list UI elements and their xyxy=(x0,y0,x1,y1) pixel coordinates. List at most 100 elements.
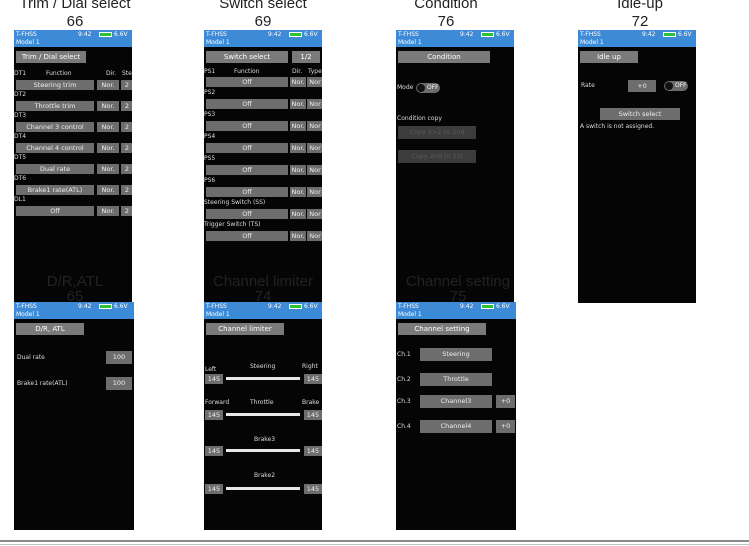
channel-name: Brake2 xyxy=(254,472,276,479)
type-button[interactable]: Nor xyxy=(307,209,322,219)
type-button[interactable]: Nor xyxy=(307,77,322,87)
screen-title[interactable]: Channel limiter xyxy=(206,323,284,335)
rate-value-button[interactable]: +0 xyxy=(628,80,656,92)
function-button[interactable]: Dual rate xyxy=(16,164,94,174)
screen-title[interactable]: Condition xyxy=(398,51,490,63)
step-button[interactable]: 2 xyxy=(121,185,132,195)
panel-caption: D/R,ATL xyxy=(46,273,104,290)
channel-function-button[interactable]: Steering xyxy=(420,348,492,361)
row-id: DT2 xyxy=(14,91,27,98)
type-button[interactable]: Nor xyxy=(307,165,322,175)
right-limit-value[interactable]: 145 xyxy=(304,374,322,384)
function-button[interactable]: Off xyxy=(206,143,288,153)
row-id: PS6 xyxy=(204,177,216,184)
copy-first-to-second-button[interactable]: Copy 1>2 to 2nd xyxy=(398,126,476,139)
screen-title[interactable]: Trim / Dial select xyxy=(16,51,86,63)
brand-label: T-FHSS xyxy=(398,303,419,310)
step-button[interactable]: 2 xyxy=(121,143,132,153)
dir-button[interactable]: Nor. xyxy=(97,101,119,111)
dir-button[interactable]: Nor. xyxy=(97,80,119,90)
step-button[interactable]: 2 xyxy=(121,80,132,90)
function-button[interactable]: Channel 4 control xyxy=(16,143,94,153)
dir-button[interactable]: Nor. xyxy=(290,77,306,87)
right-limit-value[interactable]: 145 xyxy=(304,484,322,494)
channel-name: Brake3 xyxy=(254,436,276,443)
dir-button[interactable]: Nor. xyxy=(97,164,119,174)
model-name: Model 1 xyxy=(16,311,40,318)
function-button[interactable]: Off xyxy=(206,209,288,219)
clock: 9:42 xyxy=(460,31,474,38)
panel-caption: Channel limiter xyxy=(212,273,314,290)
screen-title[interactable]: Switch select xyxy=(206,51,288,63)
dir-button[interactable]: Nor. xyxy=(290,99,306,109)
row-id: PS1 xyxy=(204,68,216,75)
channel-function-button[interactable]: Channel3 xyxy=(420,395,492,408)
dir-button[interactable]: Nor. xyxy=(290,165,306,175)
type-button[interactable]: Nor xyxy=(307,231,322,241)
model-name: Model 1 xyxy=(398,311,422,318)
function-button[interactable]: Off xyxy=(206,121,288,131)
brake-limit-value[interactable]: 145 xyxy=(304,410,322,420)
dir-button[interactable]: Nor. xyxy=(97,206,119,216)
function-button[interactable]: Steering trim xyxy=(16,80,94,90)
page-toggle-button[interactable]: 1/2 xyxy=(292,51,320,63)
channel-offset-button[interactable]: +0 xyxy=(496,395,515,408)
dir-button[interactable]: Nor. xyxy=(290,209,306,219)
dir-button[interactable]: Nor. xyxy=(97,143,119,153)
function-button[interactable]: Off xyxy=(206,77,288,87)
brand-label: T-FHSS xyxy=(206,31,227,38)
channel-function-button[interactable]: Throttle xyxy=(420,373,492,386)
function-button[interactable]: Off xyxy=(206,99,288,109)
left-limit-value[interactable]: 145 xyxy=(205,446,223,456)
clock: 9:42 xyxy=(268,303,282,310)
row-id: PS5 xyxy=(204,155,216,162)
channel-name: Steering xyxy=(250,363,276,370)
type-button[interactable]: Nor xyxy=(307,143,322,153)
function-button[interactable]: Off xyxy=(206,187,288,197)
function-button[interactable]: Off xyxy=(206,231,288,241)
channel-number: Ch.3 xyxy=(397,398,411,405)
function-button[interactable]: Channel 3 control xyxy=(16,122,94,132)
dir-button[interactable]: Nor. xyxy=(290,187,306,197)
function-button[interactable]: Off xyxy=(16,206,94,216)
brake-rate-value[interactable]: 100 xyxy=(106,377,132,390)
copy-second-to-first-button[interactable]: Copy 2nd to 1st xyxy=(398,150,476,163)
screen-title[interactable]: Channel setting xyxy=(398,323,486,335)
screen-title[interactable]: D/R, ATL xyxy=(16,323,84,335)
step-button[interactable]: 2 xyxy=(121,206,132,216)
status-bar: T-FHSS 9:42 6.6V xyxy=(396,302,516,311)
channel-function-button[interactable]: Channel4 xyxy=(420,420,492,433)
model-bar: Model 1 xyxy=(396,311,516,319)
type-button[interactable]: Nor xyxy=(307,187,322,197)
function-button[interactable]: Throttle trim xyxy=(16,101,94,111)
dir-button[interactable]: Nor. xyxy=(290,231,306,241)
toggle-knob xyxy=(665,82,673,90)
battery-icon xyxy=(289,304,302,309)
dir-button[interactable]: Nor. xyxy=(97,122,119,132)
type-button[interactable]: Nor xyxy=(307,99,322,109)
idle-up-toggle[interactable]: OFF xyxy=(664,81,688,91)
step-button[interactable]: 2 xyxy=(121,122,132,132)
left-limit-value[interactable]: 145 xyxy=(205,374,223,384)
right-limit-value[interactable]: 145 xyxy=(304,446,322,456)
mode-toggle[interactable]: OFF xyxy=(416,83,440,93)
switch-select-button[interactable]: Switch select xyxy=(600,108,680,120)
left-limit-value[interactable]: 145 xyxy=(205,484,223,494)
function-button[interactable]: Off xyxy=(206,165,288,175)
dir-button[interactable]: Nor. xyxy=(290,121,306,131)
channel-offset-button[interactable]: +0 xyxy=(496,420,515,433)
screen-switch-select: T-FHSS 9:42 6.6V Model 1 Switch select 1/2… xyxy=(204,30,322,303)
voltage: 6.6V xyxy=(114,303,128,310)
dual-rate-value[interactable]: 100 xyxy=(106,351,132,364)
battery-icon xyxy=(663,32,676,37)
dir-button[interactable]: Nor. xyxy=(97,185,119,195)
dir-button[interactable]: Nor. xyxy=(290,143,306,153)
step-button[interactable]: 2 xyxy=(121,164,132,174)
type-button[interactable]: Nor xyxy=(307,121,322,131)
step-button[interactable]: 2 xyxy=(121,101,132,111)
function-button[interactable]: Brake1 rate(ATL) xyxy=(16,185,94,195)
limit-bar xyxy=(226,449,300,452)
status-bar: T-FHSS 9:42 6.6V xyxy=(204,30,322,39)
screen-title[interactable]: Idle up xyxy=(580,51,638,63)
forward-limit-value[interactable]: 145 xyxy=(205,410,223,420)
